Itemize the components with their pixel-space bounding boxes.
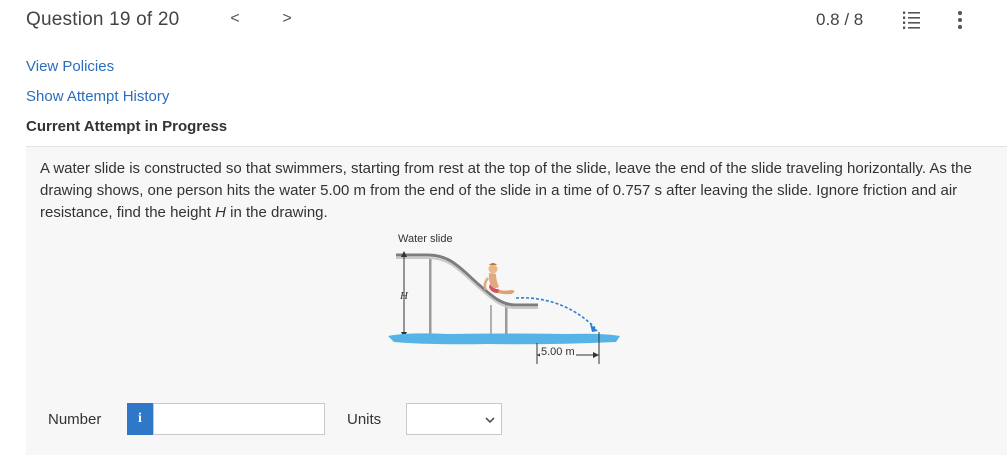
figure-caption: Water slide <box>398 233 453 245</box>
question-counter: Question 19 of 20 <box>26 9 180 30</box>
water-slide-figure: Water slide H 5.00 m <box>388 232 628 372</box>
water-slide-illustration <box>388 251 620 364</box>
info-icon[interactable]: i <box>127 403 153 435</box>
question-panel: A water slide is constructed so that swi… <box>26 147 1007 455</box>
figure-distance-label: 5.00 m <box>540 346 576 358</box>
question-text-part-2: in the drawing. <box>225 204 328 221</box>
units-select[interactable] <box>406 403 502 435</box>
vertical-ellipsis-icon[interactable] <box>955 9 965 31</box>
top-bar: Question 19 of 20 < > 0.8 / 8 <box>0 0 1007 40</box>
chevron-down-icon <box>485 417 495 424</box>
numbered-list-icon[interactable] <box>902 9 920 31</box>
figure-height-label: H <box>400 290 408 302</box>
score-display: 0.8 / 8 <box>816 10 864 29</box>
number-input[interactable] <box>153 403 325 435</box>
question-variable-h: H <box>215 204 226 221</box>
attempt-status: Current Attempt in Progress <box>26 118 228 135</box>
show-attempt-history-link[interactable]: Show Attempt History <box>26 88 169 105</box>
units-label: Units <box>347 411 382 428</box>
next-question-button[interactable]: > <box>278 8 296 30</box>
previous-question-button[interactable]: < <box>226 8 244 30</box>
view-policies-link[interactable]: View Policies <box>26 58 114 75</box>
question-text: A water slide is constructed so that swi… <box>40 158 990 224</box>
question-text-part-1: A water slide is constructed so that swi… <box>40 160 972 221</box>
number-label: Number <box>48 411 102 428</box>
